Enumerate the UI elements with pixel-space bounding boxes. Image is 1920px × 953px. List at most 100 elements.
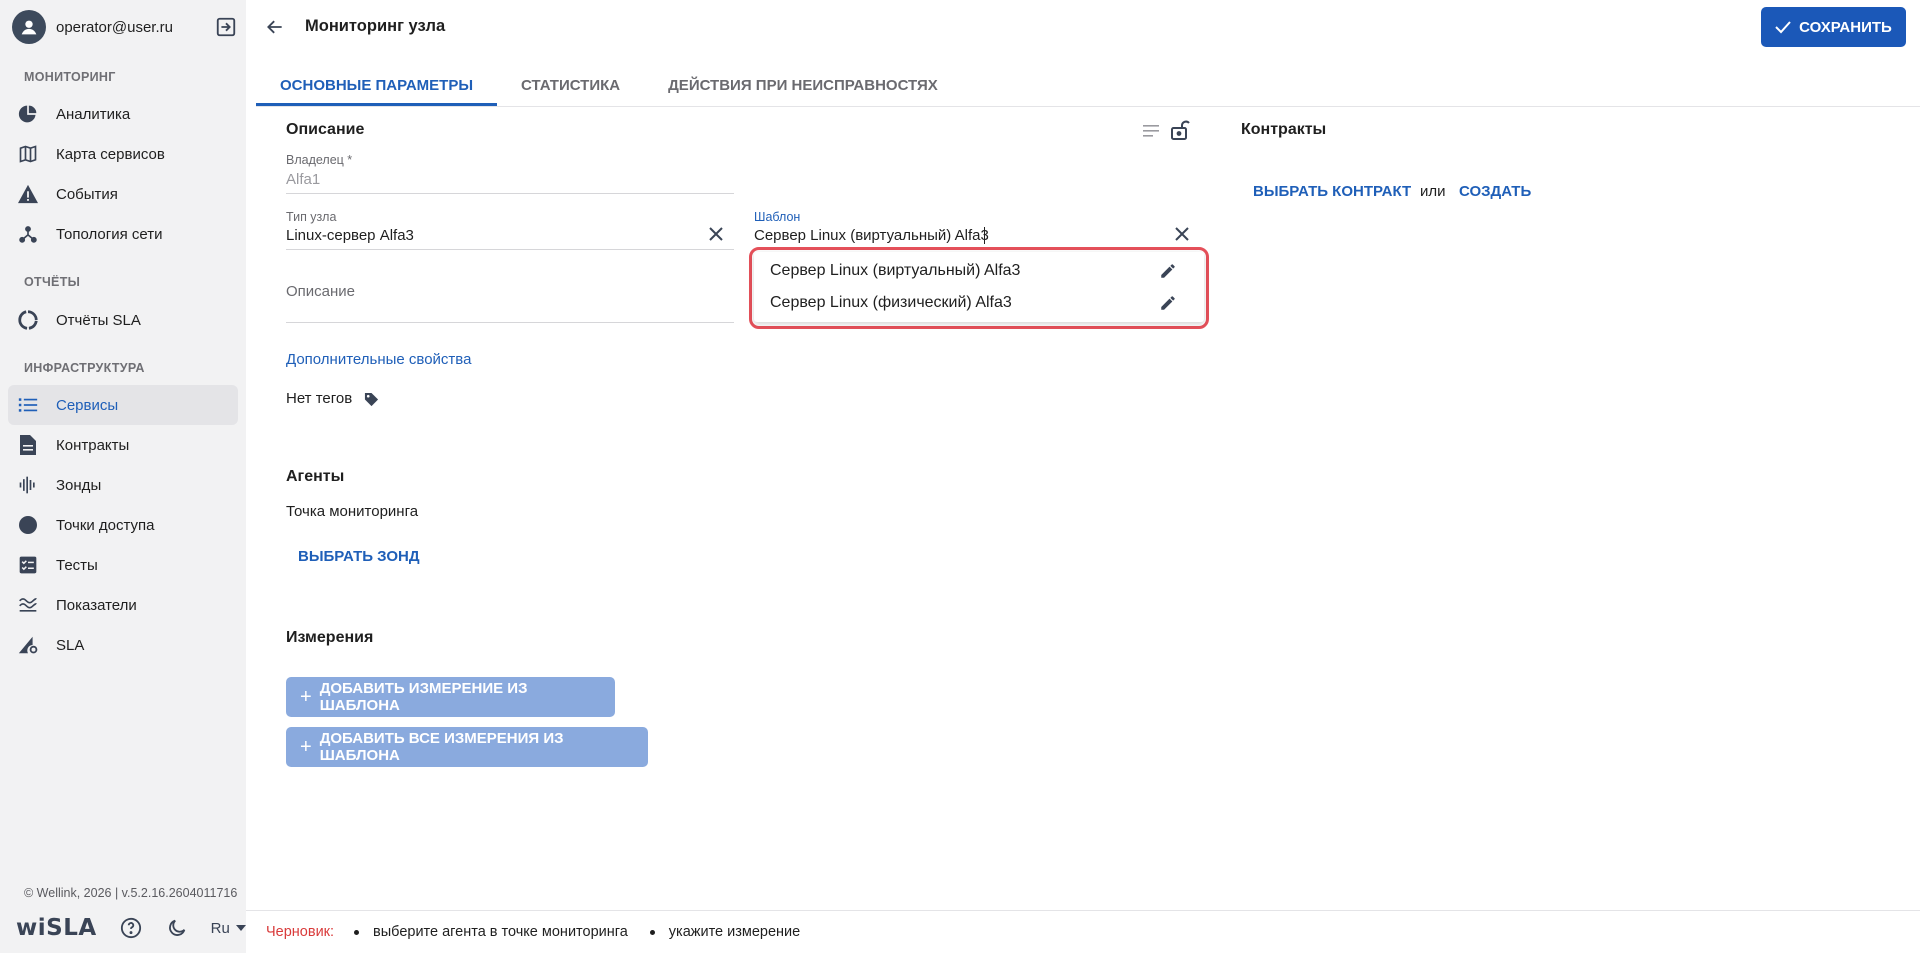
tabs: Основные параметры Статистика Действия п…: [256, 64, 962, 106]
page-title: Мониторинг узла: [305, 17, 446, 35]
section-title-infrastructure: ИНФРАСТРУКТУРА: [24, 361, 145, 375]
sidebar-item-topology[interactable]: Топология сети: [8, 214, 238, 254]
sidebar-item-label: Карта сервисов: [56, 145, 165, 163]
text-cursor: [984, 227, 985, 244]
sidebar-item-label: Контракты: [56, 436, 130, 454]
description-section-title: Описание: [286, 121, 365, 138]
tab-fault-actions[interactable]: Действия при неисправностях: [644, 64, 962, 106]
tabs-divider: [256, 106, 1920, 107]
sidebar: operator@user.ru МОНИТОРИНГ Аналитика Ка…: [0, 0, 246, 953]
extra-properties-link[interactable]: Дополнительные свойства: [286, 351, 471, 368]
section-title-monitoring: МОНИТОРИНГ: [24, 70, 116, 84]
sidebar-item-label: События: [56, 185, 118, 203]
sidebar-item-label: Топология сети: [56, 225, 163, 243]
tab-main-params[interactable]: Основные параметры: [256, 64, 498, 106]
bullet: [354, 929, 360, 935]
sidebar-item-probes[interactable]: Зонды: [8, 465, 238, 505]
draft-hint: выберите агента в точке мониторинга: [373, 924, 628, 940]
section-title-reports: ОТЧЁТЫ: [24, 275, 81, 289]
avatar[interactable]: [12, 10, 46, 44]
list-icon: [17, 394, 39, 416]
edit-pencil-icon[interactable]: [1156, 291, 1180, 315]
user-row: operator@user.ru: [12, 10, 238, 44]
draft-label: Черновик:: [266, 924, 335, 940]
sidebar-item-access-points[interactable]: Точки доступа: [8, 505, 238, 545]
sidebar-item-label: SLA: [56, 636, 85, 654]
logo: wiSLA: [16, 915, 97, 941]
back-arrow-icon[interactable]: [262, 14, 288, 40]
sidebar-item-services[interactable]: Сервисы: [8, 385, 238, 425]
dropdown-option[interactable]: Сервер Linux (виртуальный) Alfa3: [754, 255, 1204, 287]
dropdown-option[interactable]: Сервер Linux (физический) Alfa3: [754, 287, 1204, 319]
sidebar-item-analytics[interactable]: Аналитика: [8, 94, 238, 134]
unlock-icon[interactable]: [1168, 118, 1192, 142]
add-measurement-button[interactable]: + ДОБАВИТЬ ИЗМЕРЕНИЕ ИЗ ШАБЛОНА: [286, 677, 615, 717]
agents-section-title: Агенты: [286, 468, 345, 485]
node-type-label: Тип узла: [286, 210, 337, 224]
node-type-underline: [286, 249, 734, 250]
add-all-measurements-button[interactable]: + ДОБАВИТЬ ВСЕ ИЗМЕРЕНИЯ ИЗ ШАБЛОНА: [286, 727, 648, 767]
checklist-icon: [17, 554, 39, 576]
draft-hint: укажите измерение: [668, 924, 801, 940]
sidebar-item-tests[interactable]: Тесты: [8, 545, 238, 585]
choose-probe-button[interactable]: ВЫБРАТЬ ЗОНД: [298, 548, 420, 565]
user-email: operator@user.ru: [56, 18, 173, 36]
description-underline: [286, 322, 734, 323]
bullet: [649, 929, 655, 935]
sidebar-item-label: Сервисы: [56, 396, 119, 414]
topology-icon: [17, 223, 39, 245]
owner-label: Владелец *: [286, 153, 353, 167]
save-button[interactable]: СОХРАНИТЬ: [1761, 7, 1906, 47]
owner-field: Alfa1: [286, 171, 321, 188]
close-icon[interactable]: [706, 224, 726, 244]
draft-status-bar: Черновик: выберите агента в точке монито…: [266, 922, 822, 942]
sidebar-item-contracts[interactable]: Контракты: [8, 425, 238, 465]
sidebar-item-service-map[interactable]: Карта сервисов: [8, 134, 238, 174]
sidebar-item-label: Точки доступа: [56, 516, 155, 534]
chevron-down-icon: [235, 925, 246, 931]
pie-chart-icon: [17, 103, 39, 125]
description-field[interactable]: Описание: [286, 283, 355, 300]
edit-pencil-icon[interactable]: [1156, 259, 1180, 283]
sidebar-item-label: Тесты: [56, 556, 98, 574]
document-icon: [17, 434, 39, 456]
sidebar-item-label: Показатели: [56, 596, 137, 614]
moon-icon[interactable]: [165, 916, 189, 940]
template-field[interactable]: Сервер Linux (виртуальный) Alfa3: [754, 227, 989, 244]
sidebar-item-sla[interactable]: SLA: [8, 625, 238, 665]
logout-icon[interactable]: [214, 15, 238, 39]
sidebar-item-events[interactable]: События: [8, 174, 238, 214]
language-select[interactable]: Ru: [211, 920, 246, 937]
dropdown-option-label: Сервер Linux (виртуальный) Alfa3: [770, 262, 1021, 279]
user-icon: [21, 20, 37, 35]
menu-lines-icon[interactable]: [1141, 121, 1161, 141]
probe-icon: [17, 474, 39, 496]
sidebar-item-sla-reports[interactable]: Отчёты SLA: [8, 300, 238, 340]
template-dropdown: Сервер Linux (виртуальный) Alfa3 Сервер …: [754, 252, 1204, 322]
measurements-section-title: Измерения: [286, 629, 374, 646]
sidebar-item-label: Зонды: [56, 476, 102, 494]
donut-icon: [17, 309, 39, 331]
waves-icon: [17, 594, 39, 616]
choose-contract-button[interactable]: ВЫБРАТЬ КОНТРАКТ: [1253, 183, 1411, 200]
map-icon: [17, 143, 39, 165]
tab-statistics[interactable]: Статистика: [497, 64, 644, 106]
help-icon[interactable]: [119, 916, 143, 940]
warning-icon: [17, 183, 39, 205]
close-icon[interactable]: [1172, 224, 1192, 244]
footer-divider: [246, 910, 1920, 911]
create-contract-button[interactable]: СОЗДАТЬ: [1459, 183, 1531, 200]
template-label: Шаблон: [754, 210, 801, 224]
or-label: или: [1420, 183, 1446, 200]
copyright: © Wellink, 2026 | v.5.2.16.2604011716: [24, 886, 238, 900]
language-label: Ru: [210, 919, 230, 937]
add-measurement-label: ДОБАВИТЬ ИЗМЕРЕНИЕ ИЗ ШАБЛОНА: [319, 680, 528, 714]
sidebar-item-label: Аналитика: [56, 105, 131, 123]
tag-icon[interactable]: [362, 390, 380, 408]
node-type-field[interactable]: Linux-сервер Alfa3: [286, 227, 414, 244]
contracts-section-title: Контракты: [1241, 121, 1327, 138]
sidebar-bottom-bar: wiSLA Ru: [16, 912, 246, 944]
sidebar-item-indicators[interactable]: Показатели: [8, 585, 238, 625]
check-icon: [1775, 21, 1791, 34]
plus-icon: +: [300, 735, 312, 758]
